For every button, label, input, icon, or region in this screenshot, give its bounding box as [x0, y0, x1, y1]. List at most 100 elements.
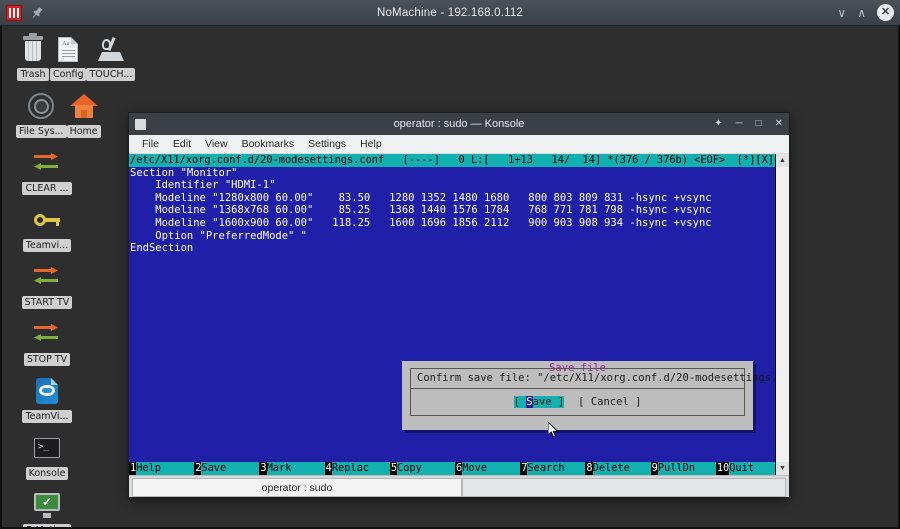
terminal-icon: [30, 431, 64, 465]
fn-key-save[interactable]: 2 Save: [194, 462, 259, 475]
filesystem-icon: [24, 89, 58, 123]
scroll-down-arrow-icon[interactable]: ▼: [776, 462, 789, 475]
desktop-icon-config[interactable]: Aa Config: [50, 32, 86, 81]
editor-line: EndSection: [129, 242, 775, 255]
editor-line: Section "Monitor": [129, 167, 775, 180]
konsole-tabbar: operator : sudo: [129, 475, 789, 497]
desktop-icon-label: Konsole: [26, 467, 69, 480]
chevron-down-icon[interactable]: ∨: [837, 7, 846, 19]
save-button-open: [: [514, 396, 527, 408]
desktop-icon-file-system[interactable]: File Sys...: [16, 89, 67, 138]
fn-key-mark[interactable]: 3 Mark: [259, 462, 324, 475]
minimize-icon[interactable]: ─: [735, 119, 742, 129]
touchpad-icon: [94, 32, 128, 66]
save-dialog-message: Confirm save file: "/etc/X11/xorg.conf.d…: [411, 369, 744, 389]
save-dialog-buttons: [ Save ] [ Cancel ]: [411, 389, 744, 415]
fn-key-replace[interactable]: 4 Replac: [325, 462, 390, 475]
save-button-label: ave ]: [533, 396, 565, 408]
editor-status-left: /etc/X11/xorg.conf.d/20-modesettings.con…: [130, 154, 725, 167]
swap-arrows-icon: [30, 260, 64, 294]
nomachine-logo-icon: [6, 5, 22, 21]
desktop-icon-label: E-Motion: [23, 524, 71, 529]
desktop-icon-label: Teamvi...: [23, 239, 71, 252]
chevron-up-icon[interactable]: ∧: [857, 7, 866, 19]
remote-desktop[interactable]: Trash Aa Config TOUCH...: [2, 26, 898, 527]
konsole-window: operator : sudo — Konsole ✦ ─ □ ✕ File E…: [128, 112, 790, 498]
editor-line: Modeline "1280x800 60.00" 83.50 1280 135…: [129, 192, 775, 205]
fn-key-quit[interactable]: 10 Quit: [716, 462, 775, 475]
close-icon[interactable]: ✕: [775, 119, 783, 129]
editor-line: Identifier "HDMI-1": [129, 179, 775, 192]
scroll-up-arrow-icon[interactable]: ▲: [776, 154, 789, 167]
remote-desktop-viewport: Trash Aa Config TOUCH...: [0, 26, 900, 529]
desktop-icon-label: STOP TV: [24, 353, 70, 366]
konsole-menubar: File Edit View Bookmarks Settings Help: [129, 135, 789, 154]
terminal-area[interactable]: /etc/X11/xorg.conf.d/20-modesettings.con…: [129, 154, 789, 475]
editor-content[interactable]: /etc/X11/xorg.conf.d/20-modesettings.con…: [129, 154, 775, 475]
konsole-tab-operator-sudo[interactable]: operator : sudo: [132, 478, 462, 497]
cancel-button-open: [: [578, 396, 591, 408]
fn-key-copy[interactable]: 5 Copy: [390, 462, 455, 475]
terminal-scrollbar[interactable]: ▲ ▼: [775, 154, 789, 475]
menu-item-edit[interactable]: Edit: [166, 137, 198, 151]
desktop-icon-label: Config: [50, 68, 86, 81]
konsole-tabbar-filler: [462, 478, 786, 497]
desktop-icon-home[interactable]: Home: [67, 89, 101, 138]
menu-item-help[interactable]: Help: [353, 137, 389, 151]
desktop-icon-start-tv[interactable]: START TV: [16, 260, 78, 309]
desktop-icon-label: TeamVi...: [22, 410, 71, 423]
desktop-icon-column: Trash Aa Config TOUCH...: [16, 32, 78, 529]
editor-status-line: /etc/X11/xorg.conf.d/20-modesettings.con…: [129, 154, 775, 167]
fn-key-delete[interactable]: 8 Delete: [585, 462, 650, 475]
desktop-icon-label: START TV: [22, 296, 73, 309]
teamviewer-icon: [30, 374, 64, 408]
home-folder-icon: [67, 89, 101, 123]
fn-key-help[interactable]: 1 Help: [129, 462, 194, 475]
keep-above-icon[interactable]: ✦: [714, 119, 722, 129]
editor-line: Modeline "1600x900 60.00" 118.25 1600 16…: [129, 217, 775, 230]
fn-key-pulldown[interactable]: 9 PullDn: [651, 462, 716, 475]
desktop-icon-clear[interactable]: CLEAR ...: [16, 146, 78, 195]
nomachine-window-title: NoMachine - 192.168.0.112: [0, 7, 900, 19]
menu-item-settings[interactable]: Settings: [301, 137, 353, 151]
fn-key-move[interactable]: 6 Move: [455, 462, 520, 475]
editor-line: Option "PreferredMode" ": [129, 230, 775, 243]
swap-arrows-icon: [30, 317, 64, 351]
konsole-window-title: operator : sudo — Konsole: [129, 118, 789, 130]
desktop-icon-konsole[interactable]: Konsole: [16, 431, 78, 480]
fn-key-search[interactable]: 7 Search: [520, 462, 585, 475]
desktop-icon-label: Home: [67, 125, 101, 138]
nomachine-titlebar[interactable]: NoMachine - 192.168.0.112 ∨ ∧ ✕: [0, 0, 900, 26]
cancel-button-label: ancel ]: [597, 396, 641, 408]
swap-arrows-icon: [30, 146, 64, 180]
desktop-icon-label: Trash: [17, 68, 48, 81]
key-icon: [30, 203, 64, 237]
desktop-icon-teamviewer[interactable]: TeamVi...: [16, 374, 78, 423]
menu-item-view[interactable]: View: [198, 137, 235, 151]
save-button[interactable]: [ Save ]: [514, 396, 565, 409]
editor-function-key-bar: 1 Help 2 Save 3 Mark: [129, 462, 775, 475]
maximize-icon[interactable]: □: [756, 119, 762, 129]
monitor-check-icon: ✓: [30, 488, 64, 522]
konsole-app-icon: [135, 119, 146, 130]
desktop-icon-label: File Sys...: [16, 125, 67, 138]
menu-item-bookmarks[interactable]: Bookmarks: [235, 137, 302, 151]
desktop-icon-trash[interactable]: Trash: [16, 32, 50, 81]
close-icon[interactable]: ✕: [877, 4, 894, 21]
desktop-icon-touch[interactable]: TOUCH...: [86, 32, 135, 81]
nomachine-window: NoMachine - 192.168.0.112 ∨ ∧ ✕ Trash: [0, 0, 900, 529]
desktop-icon-teamviewer-key[interactable]: Teamvi...: [16, 203, 78, 252]
desktop-icon-label: CLEAR ...: [22, 182, 71, 195]
menu-item-file[interactable]: File: [135, 137, 166, 151]
save-dialog-body: Confirm save file: "/etc/X11/xorg.conf.d…: [410, 368, 745, 416]
pin-icon[interactable]: [30, 6, 44, 20]
cancel-button[interactable]: [ Cancel ]: [578, 396, 641, 409]
editor-status-right: [*][X]: [737, 154, 774, 167]
save-file-dialog: Save file Confirm save file: "/etc/X11/x…: [402, 361, 753, 430]
editor-line: Modeline "1368x768 60.00" 85.25 1368 144…: [129, 204, 775, 217]
document-config-icon: Aa: [51, 32, 85, 66]
desktop-icon-label: TOUCH...: [86, 68, 135, 81]
desktop-icon-e-motion[interactable]: ✓ E-Motion: [16, 488, 78, 529]
desktop-icon-stop-tv[interactable]: STOP TV: [16, 317, 78, 366]
konsole-titlebar[interactable]: operator : sudo — Konsole ✦ ─ □ ✕: [129, 113, 789, 135]
